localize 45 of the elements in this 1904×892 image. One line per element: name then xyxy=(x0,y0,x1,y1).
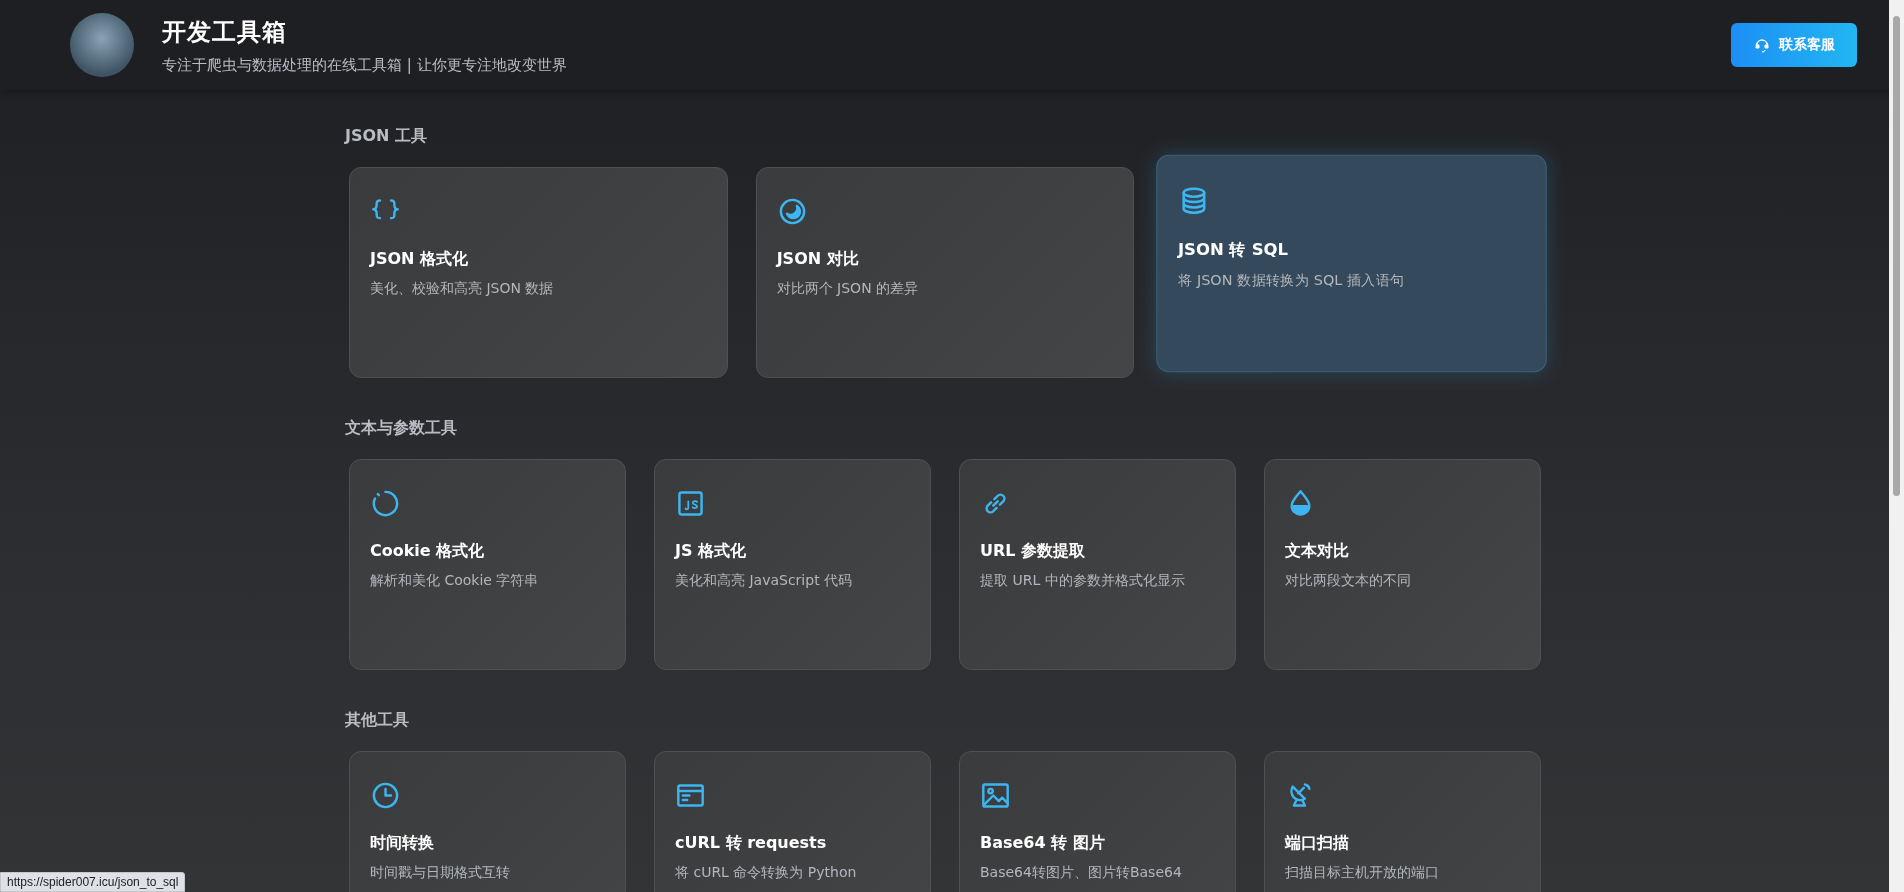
section-heading: 文本与参数工具 xyxy=(345,418,458,439)
tool-card[interactable]: JSON 格式化 美化、校验和高亮 JSON 数据 xyxy=(349,167,728,378)
card-description: 美化、校验和高亮 JSON 数据 xyxy=(370,280,555,298)
card-description: 将 JSON 数据转换为 SQL 插入语句 xyxy=(1178,271,1406,290)
card-title: JSON 格式化 xyxy=(370,249,470,270)
card-title: 时间转换 xyxy=(370,833,435,854)
card-description: 将 cURL 命令转换为 Python xyxy=(675,864,858,882)
card-title: Base64 转 图片 xyxy=(980,833,1106,854)
card-title: 文本对比 xyxy=(1285,541,1350,562)
clock-icon xyxy=(370,780,401,811)
card-title: JS 格式化 xyxy=(675,541,748,562)
card-description: 美化和高亮 JavaScript 代码 xyxy=(675,572,854,590)
scrollbar-thumb[interactable] xyxy=(1893,16,1900,496)
card-title: JSON 转 SQL xyxy=(1178,239,1290,261)
card-title: Cookie 格式化 xyxy=(370,541,486,562)
tool-card[interactable]: URL 参数提取 提取 URL 中的参数并格式化显示 xyxy=(959,459,1236,670)
card-title: URL 参数提取 xyxy=(980,541,1087,562)
card-title: 端口扫描 xyxy=(1285,833,1350,854)
card-description: Base64转图片、图片转Base64 xyxy=(980,864,1183,882)
tool-card[interactable]: cURL 转 requests 将 cURL 命令转换为 Python xyxy=(654,751,931,892)
section-heading: 其他工具 xyxy=(345,710,410,731)
site-subtitle: 专注于爬虫与数据处理的在线工具箱 | 让你更专注地改变世界 xyxy=(162,55,568,75)
tool-card[interactable]: 文本对比 对比两段文本的不同 xyxy=(1264,459,1541,670)
card-description: 提取 URL 中的参数并格式化显示 xyxy=(980,572,1186,590)
card-description: 扫描目标主机开放的端口 xyxy=(1285,864,1440,882)
tool-card[interactable]: 端口扫描 扫描目标主机开放的端口 xyxy=(1264,751,1541,892)
card-title: cURL 转 requests xyxy=(675,833,828,854)
site-title: 开发工具箱 xyxy=(162,16,288,48)
card-description: 对比两个 JSON 的差异 xyxy=(776,280,920,298)
status-url: https://spider007.icu/json_to_sql xyxy=(0,872,186,892)
tool-card[interactable]: Base64 转 图片 Base64转图片、图片转Base64 xyxy=(959,751,1236,892)
card-description: 对比两段文本的不同 xyxy=(1285,572,1412,590)
headset-icon xyxy=(1753,36,1771,54)
tool-card[interactable]: Cookie 格式化 解析和美化 Cookie 字符串 xyxy=(349,459,626,670)
image-icon xyxy=(980,780,1011,811)
card-description: 解析和美化 Cookie 字符串 xyxy=(370,572,540,590)
tool-card[interactable]: JS 格式化 美化和高亮 JavaScript 代码 xyxy=(654,459,931,670)
loading-circle-icon xyxy=(370,488,401,519)
card-description: 时间戳与日期格式互转 xyxy=(370,864,511,882)
section-heading: JSON 工具 xyxy=(345,126,429,147)
js-file-icon xyxy=(675,488,706,519)
tool-card[interactable]: JSON 转 SQL 将 JSON 数据转换为 SQL 插入语句 xyxy=(1156,154,1547,373)
card-title: JSON 对比 xyxy=(776,249,860,270)
tool-card[interactable]: 时间转换 时间戳与日期格式互转 xyxy=(349,751,626,892)
tool-card[interactable]: JSON 对比 对比两个 JSON 的差异 xyxy=(755,167,1135,378)
